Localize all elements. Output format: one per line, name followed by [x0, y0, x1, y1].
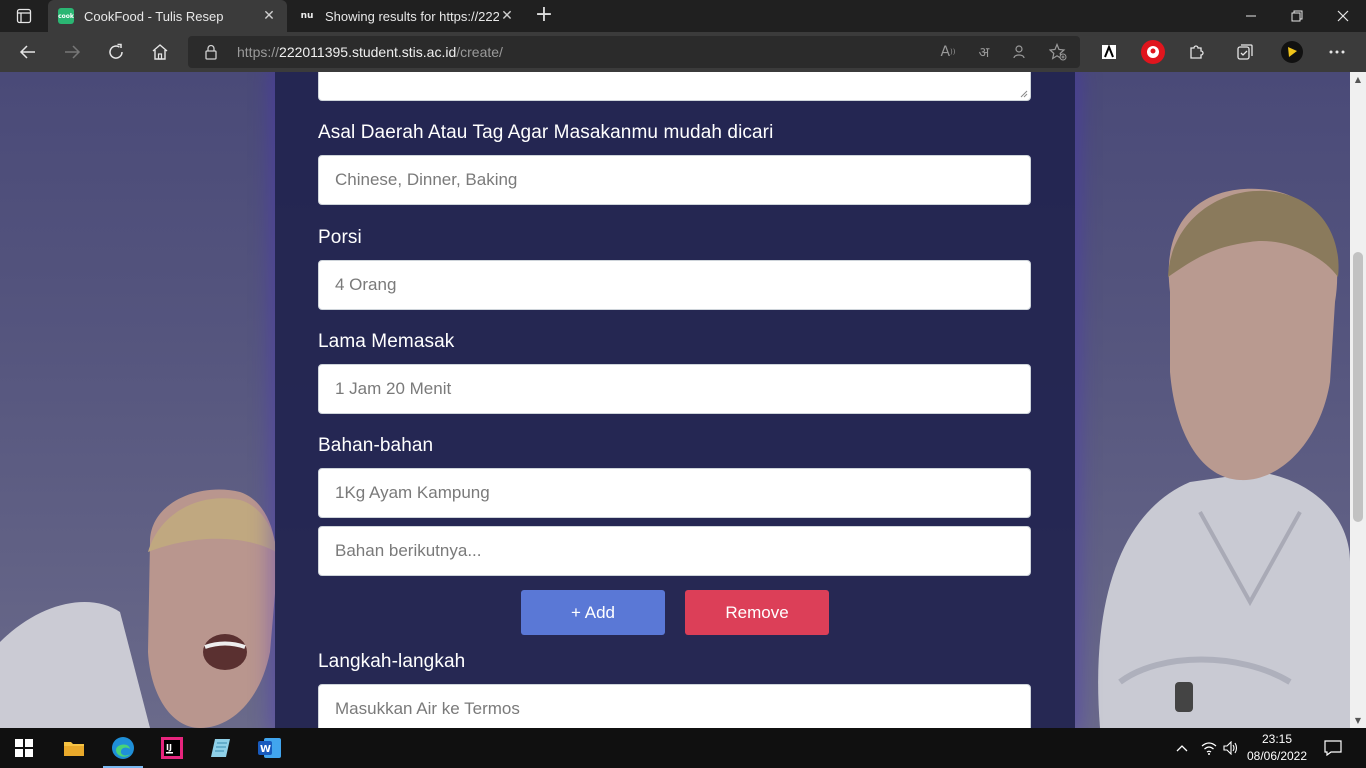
- home-button[interactable]: [144, 36, 176, 68]
- volume-button[interactable]: [1220, 728, 1242, 768]
- page-viewport: Asal Daerah Atau Tag Agar Masakanmu muda…: [0, 72, 1350, 728]
- tab-title: CookFood - Tulis Resep: [84, 8, 224, 24]
- new-tab-button[interactable]: +: [532, 4, 556, 28]
- page-scrollbar[interactable]: ▲ ▼: [1350, 72, 1366, 728]
- show-hidden-icons-button[interactable]: [1172, 728, 1192, 768]
- close-tab-icon[interactable]: ✕: [261, 8, 277, 24]
- langkah-input[interactable]: Masukkan Air ke Termos: [318, 684, 1031, 728]
- url-host: 222011395.student.stis.ac.id: [279, 44, 457, 60]
- arrow-right-icon: [65, 45, 81, 59]
- extension-a-icon: [1102, 44, 1116, 59]
- taskbar-edge[interactable]: [99, 728, 147, 768]
- taskbar-intellij[interactable]: IJ: [148, 728, 196, 768]
- avatar-icon: [1281, 41, 1303, 63]
- back-button[interactable]: [12, 36, 44, 68]
- tab-title: Showing results for https://2220: [325, 8, 499, 24]
- scroll-down-icon[interactable]: ▼: [1353, 716, 1363, 725]
- notifications-button[interactable]: [1318, 728, 1348, 768]
- restore-icon: [1291, 10, 1303, 22]
- translate-icon[interactable]: अ: [974, 42, 994, 62]
- intellij-icon: IJ: [161, 737, 183, 759]
- lama-memasak-input[interactable]: 1 Jam 20 Menit: [318, 364, 1031, 414]
- url-text[interactable]: https://222011395.student.stis.ac.id/cre…: [237, 44, 503, 60]
- nu-favicon-icon: nu: [299, 8, 315, 24]
- tag-input[interactable]: Chinese, Dinner, Baking: [318, 155, 1031, 205]
- notepad-icon: [211, 739, 230, 757]
- langkah-label: Langkah-langkah: [318, 651, 466, 672]
- minimize-button[interactable]: [1228, 0, 1274, 32]
- recipe-form-panel: Asal Daerah Atau Tag Agar Masakanmu muda…: [275, 72, 1075, 728]
- resize-grip-icon[interactable]: [1020, 90, 1028, 98]
- chef-photo-left: [0, 489, 276, 728]
- lama-memasak-label: Lama Memasak: [318, 331, 455, 352]
- bahan-label: Bahan-bahan: [318, 435, 434, 456]
- lock-icon[interactable]: [204, 44, 218, 60]
- folder-icon: [64, 742, 84, 756]
- puzzle-icon: [1190, 45, 1204, 59]
- windows-logo-icon: [15, 739, 33, 757]
- notification-icon: [1324, 740, 1342, 756]
- url-path: /create/: [456, 44, 503, 60]
- word-icon: W: [258, 738, 281, 758]
- record-icon: [1141, 40, 1165, 64]
- url-scheme: https://: [237, 44, 280, 60]
- minimize-icon: [1246, 15, 1256, 17]
- wifi-icon: [1201, 742, 1217, 755]
- chevron-up-icon: [1176, 745, 1188, 752]
- windows-taskbar: IJ W 23:15 08/06/2022: [0, 728, 1366, 768]
- address-bar[interactable]: https://222011395.student.stis.ac.id/cre…: [188, 36, 1080, 68]
- tag-label: Asal Daerah Atau Tag Agar Masakanmu muda…: [318, 122, 774, 143]
- add-ingredient-button[interactable]: + Add: [521, 590, 665, 635]
- tab-actions-button[interactable]: [0, 0, 48, 32]
- favorite-star-icon[interactable]: [1048, 42, 1068, 62]
- scrollbar-thumb[interactable]: [1353, 252, 1363, 522]
- refresh-button[interactable]: [100, 36, 132, 68]
- tab-actions-icon: [16, 8, 32, 24]
- arrow-left-icon: [19, 45, 35, 59]
- close-window-button[interactable]: [1320, 0, 1366, 32]
- recorder-extension-button[interactable]: [1137, 36, 1169, 68]
- tab-search-results[interactable]: nu Showing results for https://2220 ✕: [289, 0, 525, 32]
- scroll-up-icon[interactable]: ▲: [1353, 75, 1363, 84]
- settings-menu-button[interactable]: [1321, 36, 1353, 68]
- collections-icon: [1237, 44, 1253, 60]
- taskbar-notepad[interactable]: [197, 728, 245, 768]
- extensions-button[interactable]: [1181, 36, 1213, 68]
- browser-toolbar: https://222011395.student.stis.ac.id/cre…: [0, 32, 1366, 72]
- chef-photo-right: [1098, 188, 1350, 728]
- porsi-label: Porsi: [318, 227, 362, 248]
- svg-text:W: W: [260, 744, 271, 755]
- taskbar-word[interactable]: W: [246, 728, 294, 768]
- edge-icon: [112, 737, 134, 759]
- close-icon: [1337, 10, 1349, 22]
- porsi-input[interactable]: 4 Orang: [318, 260, 1031, 310]
- speaker-icon: [1223, 741, 1238, 755]
- cookfood-favicon-icon: cook: [58, 8, 74, 24]
- bahan-input-1[interactable]: 1Kg Ayam Kampung: [318, 468, 1031, 518]
- refresh-icon: [109, 43, 123, 59]
- profile-button[interactable]: [1276, 36, 1308, 68]
- wifi-button[interactable]: [1198, 728, 1220, 768]
- remove-ingredient-button[interactable]: Remove: [685, 590, 829, 635]
- collections-button[interactable]: [1229, 36, 1261, 68]
- clock-date: 08/06/2022: [1246, 749, 1308, 763]
- description-textarea[interactable]: [318, 72, 1031, 101]
- close-tab-icon[interactable]: ✕: [499, 8, 515, 24]
- taskbar-clock[interactable]: 23:15 08/06/2022: [1240, 731, 1314, 765]
- restore-button[interactable]: [1274, 0, 1320, 32]
- home-icon: [152, 44, 168, 60]
- taskbar-file-explorer[interactable]: [50, 728, 98, 768]
- browser-essentials-icon[interactable]: [1010, 42, 1030, 62]
- start-button[interactable]: [0, 728, 48, 768]
- browser-tab-strip: cook CookFood - Tulis Resep ✕ nu Showing…: [0, 0, 1366, 32]
- bahan-input-2[interactable]: Bahan berikutnya...: [318, 526, 1031, 576]
- tab-cookfood[interactable]: cook CookFood - Tulis Resep ✕: [48, 0, 287, 32]
- more-dots-icon: [1329, 50, 1345, 54]
- extension-a-button[interactable]: [1093, 36, 1125, 68]
- forward-button[interactable]: [56, 36, 88, 68]
- svg-text:IJ: IJ: [166, 743, 172, 752]
- clock-time: 23:15: [1261, 732, 1293, 746]
- read-aloud-icon[interactable]: A)): [938, 42, 958, 62]
